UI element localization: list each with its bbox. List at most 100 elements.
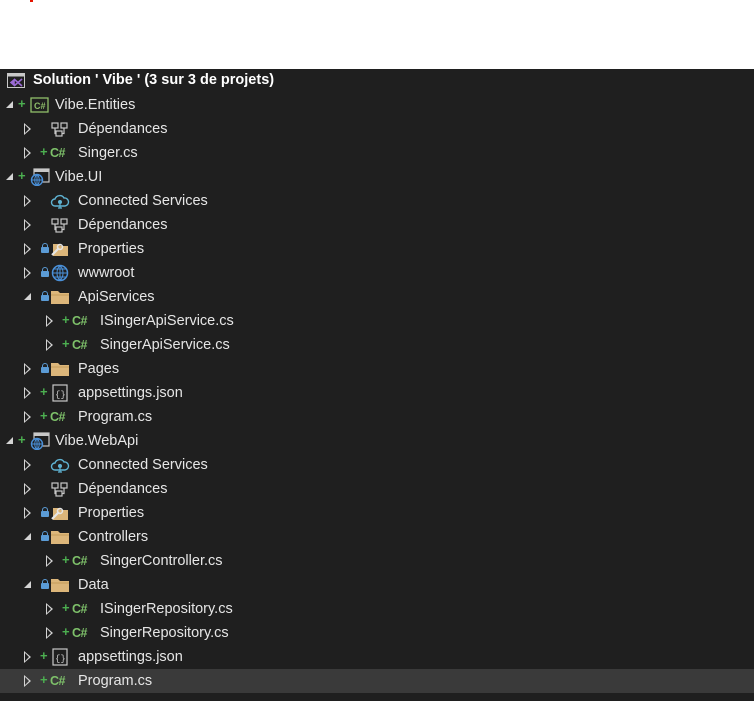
- tree-item-row[interactable]: ApiServices: [0, 285, 754, 309]
- collapse-arrow-icon[interactable]: [24, 293, 31, 300]
- tree-item-label: ISingerRepository.cs: [100, 601, 233, 617]
- tree-item-row[interactable]: + C# SingerApiService.cs: [0, 333, 754, 357]
- expand-arrow-icon[interactable]: [24, 651, 31, 663]
- web-project-icon: [30, 432, 50, 451]
- tree-item-row[interactable]: Properties: [0, 237, 754, 261]
- tree-item-label: Pages: [78, 361, 120, 377]
- git-added-icon: +: [62, 552, 70, 567]
- tree-item-label: Data: [78, 577, 109, 593]
- lock-icon: [41, 267, 49, 277]
- lock-icon: [41, 363, 49, 373]
- collapse-arrow-icon[interactable]: [24, 581, 31, 588]
- tree-item-row[interactable]: wwwroot: [0, 261, 754, 285]
- tree-item-label: Connected Services: [78, 193, 208, 209]
- solution-root-row[interactable]: Solution ' Vibe ' (3 sur 3 de projets): [0, 69, 754, 93]
- tree-item-row[interactable]: + {} appsettings.json: [0, 381, 754, 405]
- lock-icon: [41, 291, 49, 301]
- json-file-icon: {}: [50, 648, 70, 666]
- tree-item-label: Properties: [78, 241, 145, 257]
- csharp-file-icon: C#: [72, 314, 87, 328]
- expand-arrow-icon[interactable]: [46, 315, 53, 327]
- csharp-file-icon: C#: [50, 674, 65, 688]
- tree-item-row[interactable]: + {} appsettings.json: [0, 645, 754, 669]
- collapse-arrow-icon[interactable]: [6, 437, 13, 444]
- csharp-file-icon: C#: [72, 626, 87, 640]
- expand-arrow-icon[interactable]: [24, 483, 31, 495]
- expand-arrow-icon[interactable]: [24, 219, 31, 231]
- globe-icon: [50, 264, 70, 282]
- tree-item-row[interactable]: Pages: [0, 357, 754, 381]
- red-marker: [30, 0, 33, 2]
- tree-item-row[interactable]: Data: [0, 573, 754, 597]
- expand-arrow-icon[interactable]: [46, 603, 53, 615]
- lock-icon: [41, 507, 49, 517]
- csharp-file-icon: C#: [72, 338, 87, 352]
- csharp-file-icon: C#: [50, 410, 65, 424]
- solution-label: Solution ' Vibe ' (3 sur 3 de projets): [33, 72, 275, 88]
- tree-item-row[interactable]: + C# ISingerApiService.cs: [0, 309, 754, 333]
- tree-item-row[interactable]: + C# SingerRepository.cs: [0, 621, 754, 645]
- expand-arrow-icon[interactable]: [24, 267, 31, 279]
- expand-arrow-icon[interactable]: [24, 411, 31, 423]
- tree-item-row[interactable]: Dépendances: [0, 117, 754, 141]
- git-added-icon: +: [62, 600, 70, 615]
- tree-item-row[interactable]: + C# SingerController.cs: [0, 549, 754, 573]
- expand-arrow-icon[interactable]: [24, 459, 31, 471]
- csharp-project-icon: C#: [30, 96, 50, 114]
- web-project-icon: [30, 168, 50, 187]
- tree-item-label: Connected Services: [78, 457, 208, 473]
- git-added-icon: +: [18, 96, 26, 111]
- tree-item-label: Vibe.UI: [55, 169, 103, 185]
- project-row[interactable]: + C# Vibe.Entities: [0, 93, 754, 117]
- json-file-icon: {}: [50, 384, 70, 402]
- tree-item-row[interactable]: + C# Singer.cs: [0, 141, 754, 165]
- expand-arrow-icon[interactable]: [24, 123, 31, 135]
- properties-icon: [50, 504, 70, 522]
- git-added-icon: +: [62, 624, 70, 639]
- tree-item-label: SingerRepository.cs: [100, 625, 229, 641]
- expand-arrow-icon[interactable]: [24, 363, 31, 375]
- expand-arrow-icon[interactable]: [24, 507, 31, 519]
- expand-arrow-icon[interactable]: [46, 627, 53, 639]
- expand-arrow-icon[interactable]: [24, 243, 31, 255]
- tree-item-row[interactable]: Connected Services: [0, 189, 754, 213]
- tree-item-row[interactable]: Connected Services: [0, 453, 754, 477]
- git-added-icon: +: [62, 312, 70, 327]
- tree-item-label: wwwroot: [78, 265, 135, 281]
- expand-arrow-icon[interactable]: [24, 387, 31, 399]
- tree-item-label: appsettings.json: [78, 385, 183, 401]
- expand-arrow-icon[interactable]: [46, 339, 53, 351]
- folder-icon: [50, 576, 70, 594]
- dependencies-icon: [50, 120, 70, 138]
- project-row[interactable]: + Vibe.WebApi: [0, 429, 754, 453]
- expand-arrow-icon[interactable]: [24, 147, 31, 159]
- dependencies-icon: [50, 480, 70, 498]
- tree-item-row[interactable]: Dépendances: [0, 477, 754, 501]
- connected-services-icon: [50, 192, 70, 210]
- tree-item-row[interactable]: + C# ISingerRepository.cs: [0, 597, 754, 621]
- git-added-icon: +: [40, 408, 48, 423]
- svg-text:C#: C#: [34, 101, 46, 111]
- tree-item-label: Controllers: [78, 529, 149, 545]
- tree-item-row[interactable]: Properties: [0, 501, 754, 525]
- collapse-arrow-icon[interactable]: [6, 101, 13, 108]
- tree-item-label: ISingerApiService.cs: [100, 313, 234, 329]
- expand-arrow-icon[interactable]: [24, 195, 31, 207]
- csharp-file-icon: C#: [72, 554, 87, 568]
- project-row[interactable]: + Vibe.UI: [0, 165, 754, 189]
- collapse-arrow-icon[interactable]: [6, 173, 13, 180]
- lock-icon: [41, 243, 49, 253]
- collapse-arrow-icon[interactable]: [24, 533, 31, 540]
- tree-item-label: Vibe.WebApi: [55, 433, 139, 449]
- expand-arrow-icon[interactable]: [24, 675, 31, 687]
- tree-item-label: Dépendances: [78, 217, 168, 233]
- expand-arrow-icon[interactable]: [46, 555, 53, 567]
- tree-item-label: Properties: [78, 505, 145, 521]
- git-added-icon: +: [40, 144, 48, 159]
- tree-item-row[interactable]: Dépendances: [0, 213, 754, 237]
- tree-item-row[interactable]: Controllers: [0, 525, 754, 549]
- tree-item-row[interactable]: + C# Program.cs: [0, 405, 754, 429]
- dependencies-icon: [50, 216, 70, 234]
- csharp-file-icon: C#: [72, 602, 87, 616]
- tree-item-row[interactable]: + C# Program.cs: [0, 669, 754, 693]
